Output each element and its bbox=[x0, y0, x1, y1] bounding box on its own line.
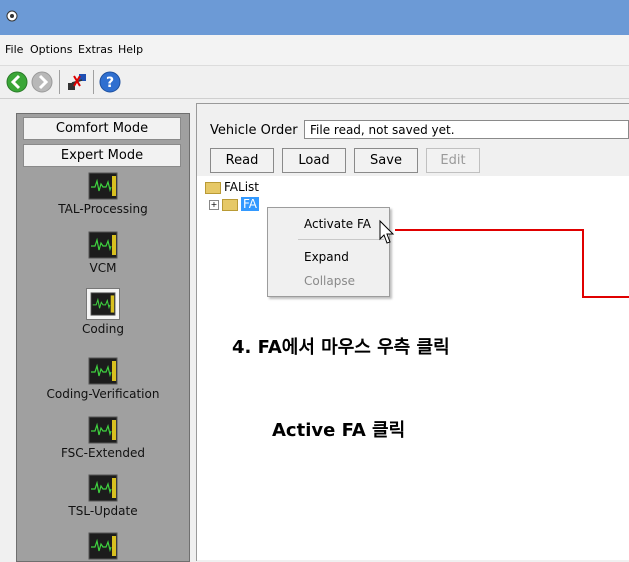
annotation-overlay bbox=[379, 219, 629, 298]
active-annotation: Active FA 클릭 bbox=[272, 420, 406, 441]
annotation-line bbox=[395, 229, 629, 298]
mouse-cursor-icon bbox=[379, 219, 395, 244]
step-annotation: 4. FA에서 마우스 우측 클릭 bbox=[232, 337, 450, 358]
